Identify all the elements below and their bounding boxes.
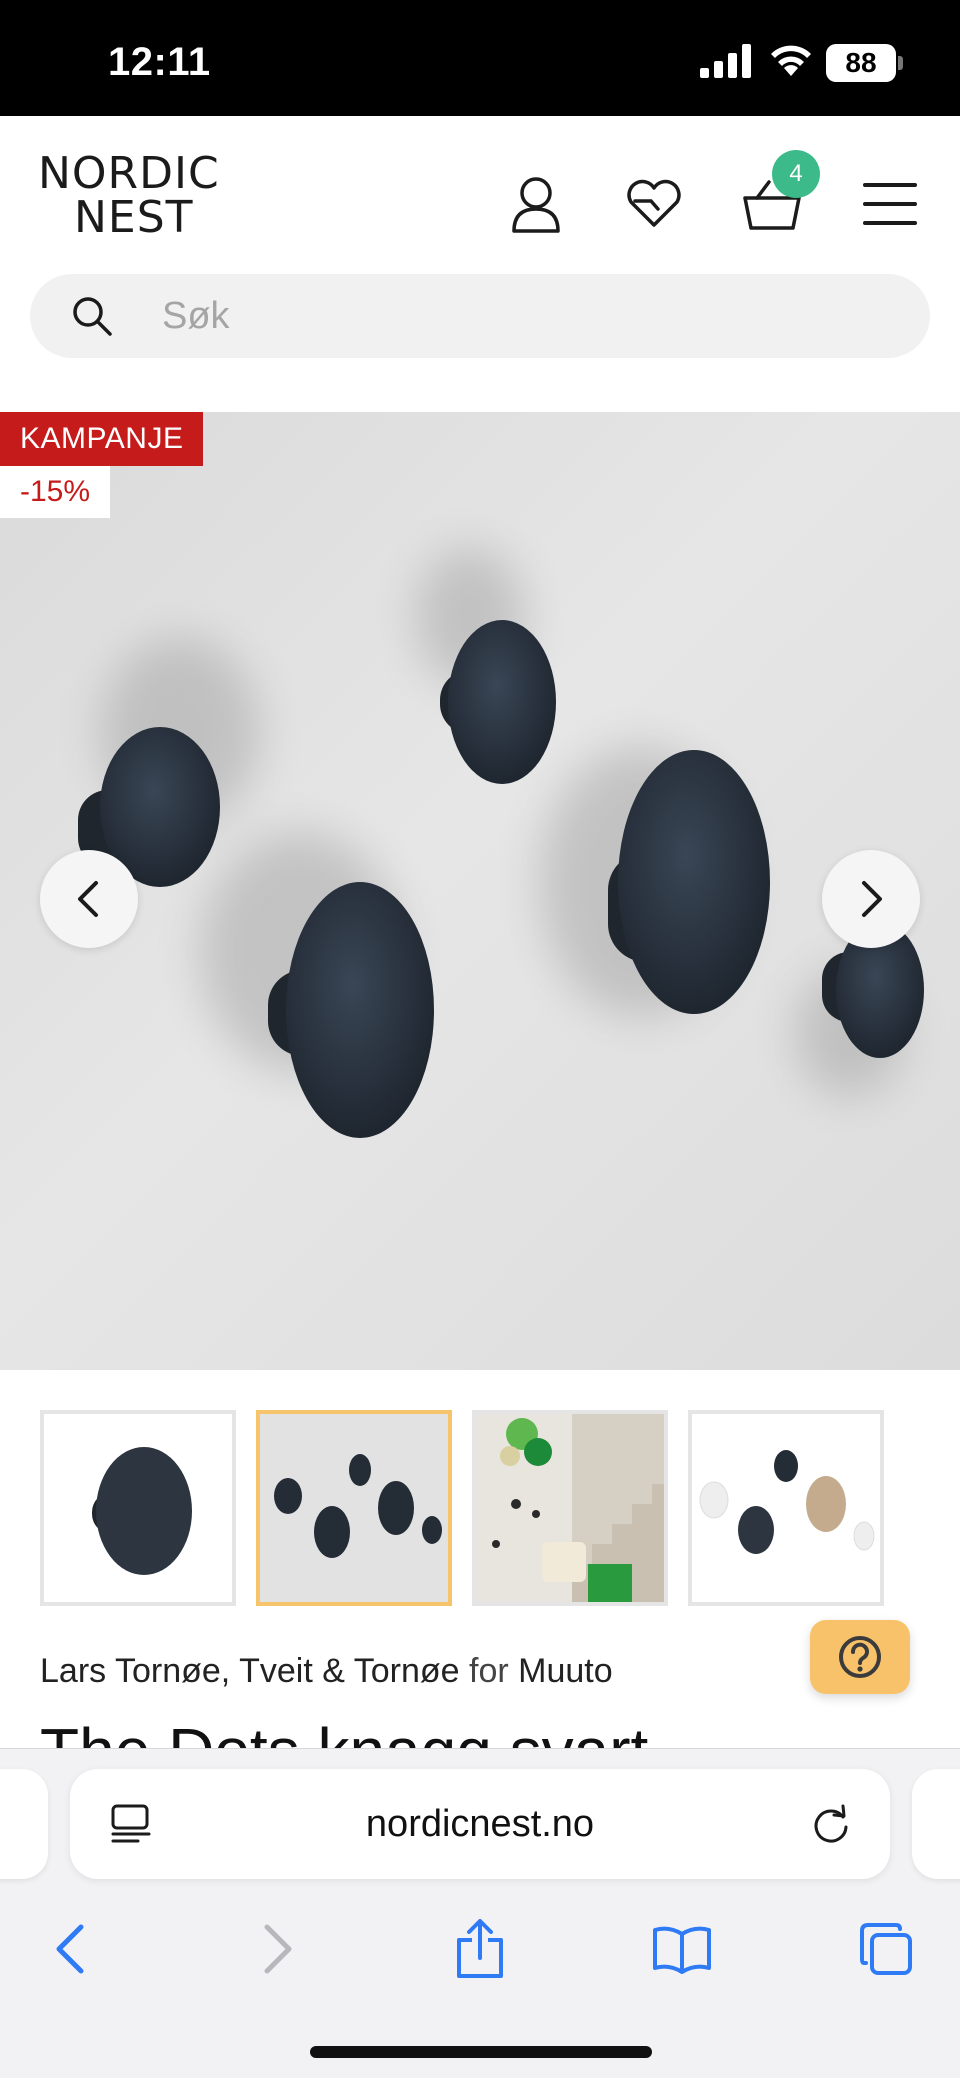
- previous-tab-preview[interactable]: [0, 1769, 48, 1879]
- browser-toolbar: nordicnest.no: [0, 1748, 960, 2078]
- tabs-icon: [860, 1923, 912, 1975]
- tabs-button[interactable]: [846, 1909, 926, 1989]
- chevron-left-icon: [56, 1924, 84, 1974]
- user-icon: [512, 177, 560, 233]
- bookmarks-button[interactable]: [642, 1909, 722, 1989]
- thumbnail-3[interactable]: [472, 1410, 668, 1606]
- cellular-signal-icon: [700, 44, 751, 78]
- home-indicator: [310, 2046, 652, 2058]
- thumbnail-4[interactable]: [688, 1410, 884, 1606]
- search-input[interactable]: [162, 274, 882, 358]
- campaign-badge: KAMPANJE: [0, 412, 204, 466]
- cart-count-badge: 4: [772, 150, 820, 198]
- reload-icon[interactable]: [810, 1803, 852, 1845]
- status-time: 12:11: [108, 40, 211, 84]
- designer-link-2[interactable]: Tveit & Tornøe: [239, 1652, 459, 1690]
- chevron-right-icon: [862, 881, 882, 917]
- status-bar: 12:11 88: [0, 0, 960, 116]
- next-image-button[interactable]: [822, 850, 920, 948]
- address-bar[interactable]: nordicnest.no: [70, 1769, 890, 1879]
- question-icon: [839, 1636, 881, 1678]
- book-icon: [653, 1926, 711, 1974]
- chevron-right-icon: [264, 1924, 292, 1974]
- heart-icon: [627, 179, 681, 227]
- thumbnail-2-active[interactable]: [256, 1410, 452, 1606]
- logo-line-1: NORDIC: [38, 148, 220, 199]
- menu-button[interactable]: [850, 164, 930, 244]
- thumbnail-image: [476, 1414, 664, 1602]
- thumbnail-image: [692, 1414, 880, 1602]
- battery-nub: [898, 56, 903, 70]
- wishlist-button[interactable]: [614, 164, 694, 244]
- for-label: for: [469, 1652, 509, 1690]
- share-icon: [457, 1919, 503, 1978]
- share-button[interactable]: [440, 1909, 520, 1989]
- product-main-image: [78, 547, 924, 1138]
- thumbnail-image: [260, 1414, 448, 1602]
- next-tab-preview[interactable]: [912, 1769, 960, 1879]
- menu-icon: [863, 183, 917, 225]
- url-text: nordicnest.no: [365, 1803, 595, 1845]
- product-image-gallery[interactable]: KAMPANJE -15%: [0, 412, 960, 1370]
- discount-badge: -15%: [0, 466, 111, 518]
- thumbnail-1[interactable]: [40, 1410, 236, 1606]
- battery-icon: 88: [826, 44, 896, 82]
- designer-separator: ,: [220, 1652, 231, 1690]
- logo-line-2: NEST: [74, 192, 194, 243]
- thumbnail-image: [44, 1414, 232, 1602]
- account-button[interactable]: [496, 164, 576, 244]
- brand-link[interactable]: Muuto: [518, 1652, 613, 1690]
- thumbnail-strip: [0, 1410, 960, 1610]
- logo[interactable]: NORDIC NEST: [38, 152, 238, 240]
- designer-link-1[interactable]: Lars Tornøe: [40, 1652, 221, 1690]
- wifi-icon: [771, 45, 811, 76]
- search-icon: [73, 297, 112, 336]
- battery-level: 88: [845, 47, 877, 78]
- site-header: NORDIC NEST 4: [0, 116, 960, 412]
- designer-brand-line: Lars Tornøe, Tveit & Tornøe for Muuto: [40, 1652, 613, 1691]
- back-button[interactable]: [30, 1909, 110, 1989]
- forward-button[interactable]: [238, 1909, 318, 1989]
- help-button[interactable]: [810, 1620, 910, 1694]
- chevron-left-icon: [78, 881, 98, 917]
- search-bar[interactable]: [30, 274, 930, 358]
- previous-image-button[interactable]: [40, 850, 138, 948]
